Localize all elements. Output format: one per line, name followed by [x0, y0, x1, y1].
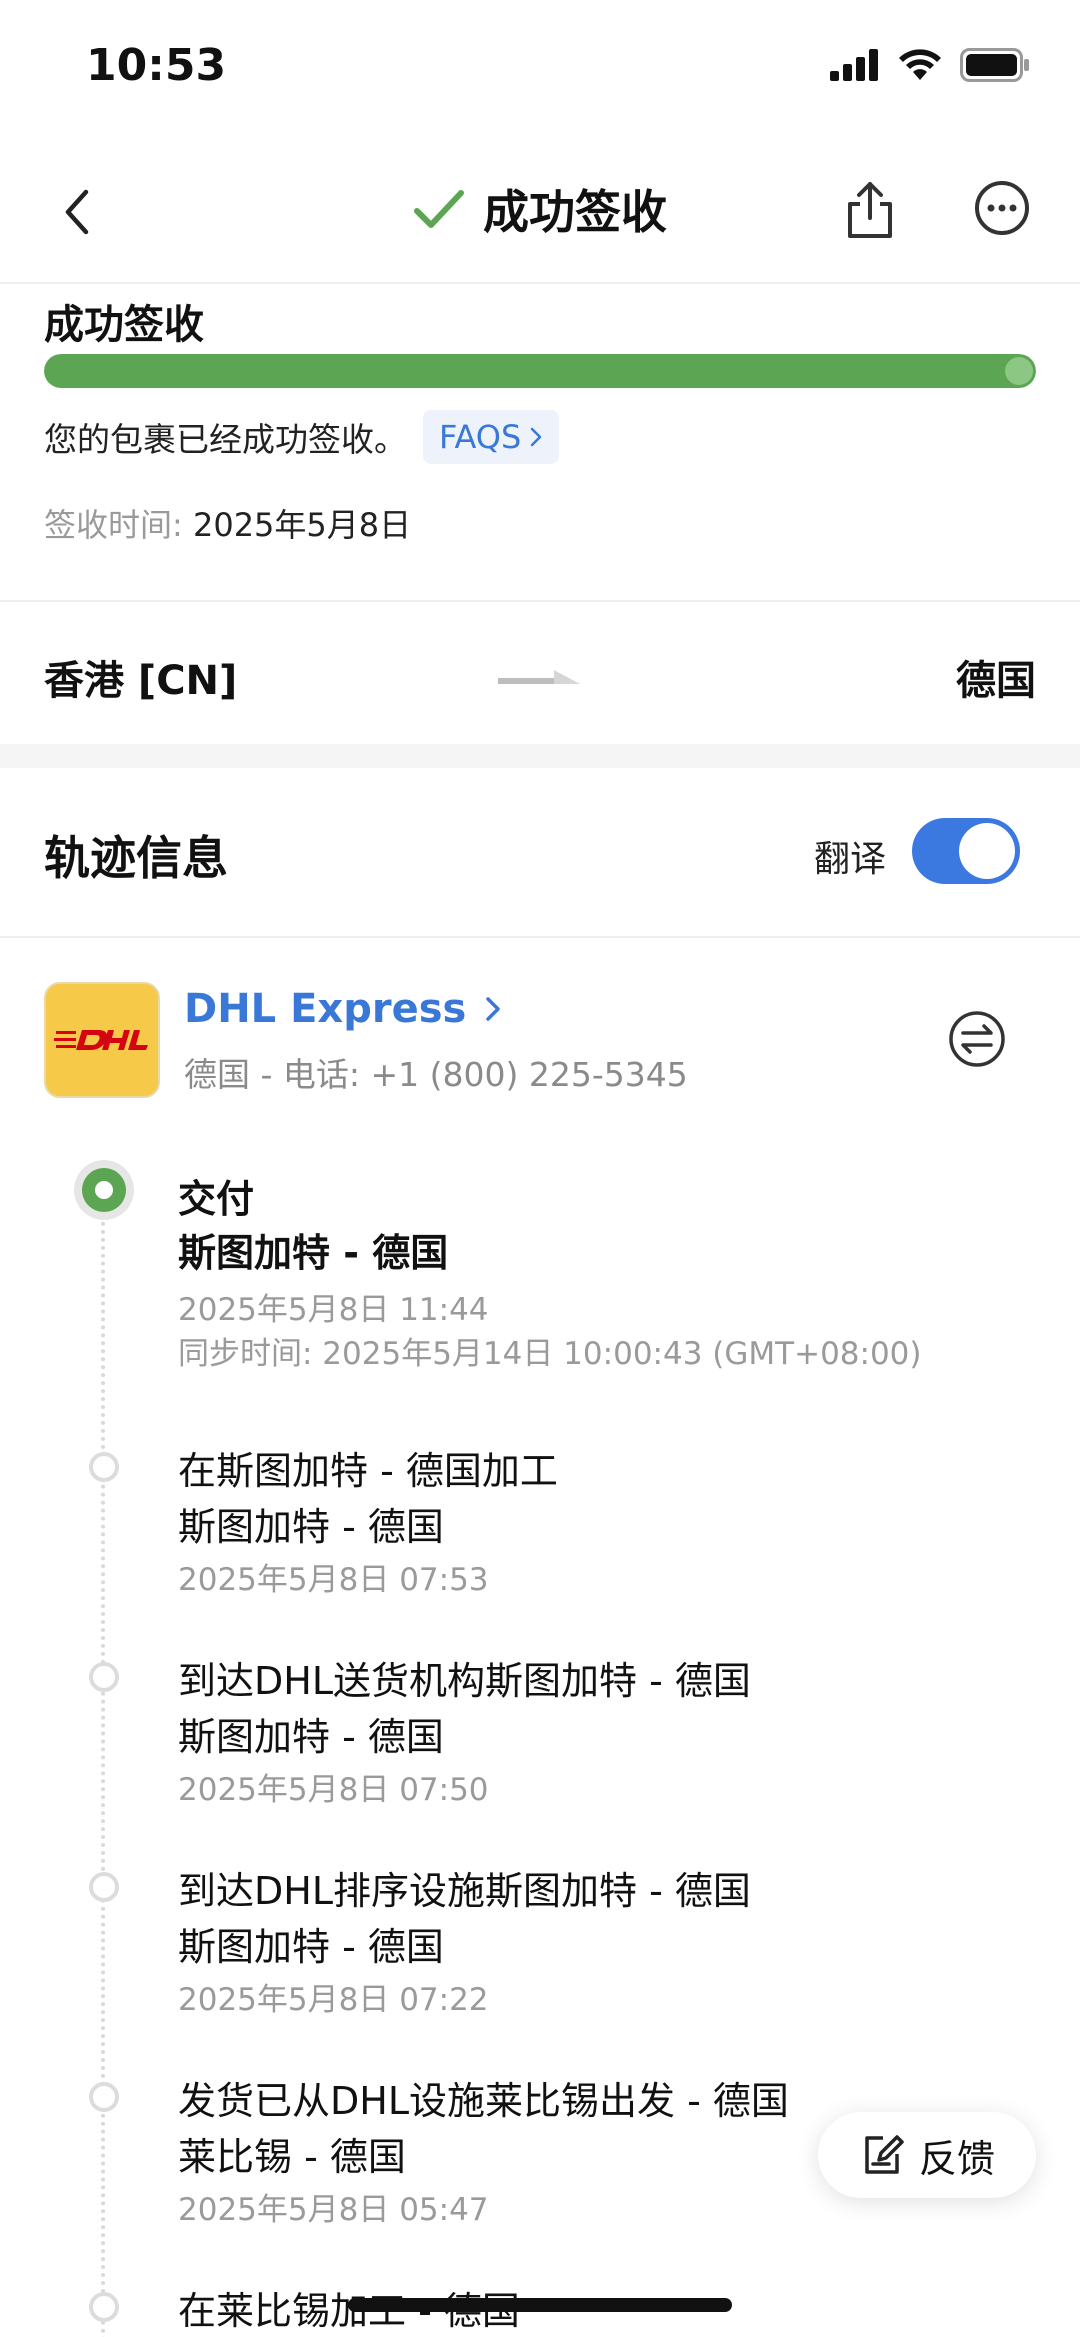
event-location: 斯图加特 - 德国	[178, 1505, 444, 1549]
event-location: 斯图加特 - 德国	[178, 1715, 444, 1759]
timeline-dot	[89, 2292, 119, 2322]
faqs-link[interactable]: FAQS	[423, 410, 560, 464]
status-icons	[830, 48, 1030, 82]
status-description-row: 您的包裹已经成功签收。 FAQS	[44, 410, 560, 464]
status-bar: 10:53	[0, 0, 1080, 140]
event-sync-time: 同步时间: 2025年5月14日 10:00:43 (GMT+08:00)	[178, 1336, 922, 1372]
timeline-active-dot	[74, 1160, 134, 1220]
route-section: 香港 [CN] 德国	[0, 600, 1080, 746]
edit-icon	[865, 2135, 904, 2174]
tracking-title: 轨迹信息	[44, 831, 228, 885]
status-heading: 成功签收	[44, 302, 204, 348]
progress-fill	[44, 354, 1036, 388]
translate-toggle[interactable]	[912, 818, 1020, 884]
event-title: 在斯图加特 - 德国加工	[178, 1449, 558, 1493]
dhl-logo	[44, 982, 160, 1098]
delivery-progress-bar	[44, 354, 1036, 388]
timeline-dot	[89, 1872, 119, 1902]
chevron-right-icon	[531, 427, 542, 447]
sign-time-label: 签收时间:	[44, 506, 193, 544]
page-title: 成功签收	[483, 185, 667, 239]
home-indicator[interactable]	[348, 2298, 732, 2312]
event-time: 2025年5月8日 07:22	[178, 1982, 489, 2018]
wifi-icon	[899, 49, 941, 80]
event-location: 莱比锡 - 德国	[178, 2135, 406, 2179]
status-time: 10:53	[86, 40, 227, 91]
feedback-label: 反馈	[918, 2136, 995, 2181]
timeline-dot	[89, 1662, 119, 1692]
progress-knob	[1005, 357, 1033, 385]
timeline-dot	[89, 1452, 119, 1482]
toggle-knob	[959, 823, 1015, 879]
event-time: 2025年5月8日 07:50	[178, 1772, 489, 1808]
event-time: 2025年5月8日 11:44	[178, 1292, 489, 1328]
event-title: 到达DHL排序设施斯图加特 - 德国	[178, 1869, 751, 1913]
section-divider	[0, 744, 1080, 768]
carrier-name-link[interactable]: DHL Express	[184, 986, 502, 1032]
carrier-card: DHL Express 德国 - 电话: +1 (800) 225-5345	[0, 938, 1080, 1118]
cellular-signal-icon	[830, 49, 878, 81]
event-title: 交付	[178, 1177, 255, 1221]
event-time: 2025年5月8日 07:53	[178, 1562, 489, 1598]
route-origin: 香港 [CN]	[44, 658, 238, 704]
timeline-dot	[89, 2082, 119, 2112]
event-location: 斯图加特 - 德国	[178, 1231, 449, 1275]
route-destination: 德国	[956, 658, 1036, 704]
nav-title-group: 成功签收	[0, 176, 1080, 242]
more-options-icon[interactable]	[974, 180, 1030, 236]
sign-time-row: 签收时间: 2025年5月8日	[44, 500, 411, 546]
dhl-logo-mark	[54, 1030, 148, 1050]
route-arrow-icon	[498, 670, 580, 684]
tracking-header: 轨迹信息 翻译	[0, 768, 1080, 938]
delivery-status-section: 成功签收 您的包裹已经成功签收。 FAQS 签收时间: 2025年5月8日	[0, 286, 1080, 600]
status-description: 您的包裹已经成功签收。	[44, 420, 407, 459]
swap-carrier-icon[interactable]	[948, 1010, 1006, 1068]
event-location: 斯图加特 - 德国	[178, 1925, 444, 1969]
feedback-button[interactable]: 反馈	[818, 2112, 1036, 2198]
faqs-label: FAQS	[439, 418, 522, 456]
event-title: 到达DHL送货机构斯图加特 - 德国	[178, 1659, 751, 1703]
carrier-name: DHL Express	[184, 986, 467, 1032]
timeline-line	[101, 1190, 105, 2337]
translate-label: 翻译	[814, 839, 887, 880]
battery-icon	[960, 48, 1029, 82]
chevron-right-icon	[486, 997, 501, 1021]
event-time: 2025年5月8日 05:47	[178, 2192, 489, 2228]
checkmark-icon	[414, 190, 464, 228]
sign-time-value: 2025年5月8日	[192, 506, 412, 544]
share-icon[interactable]	[842, 178, 898, 242]
nav-bar: 成功签收	[0, 140, 1080, 284]
event-title: 发货已从DHL设施莱比锡出发 - 德国	[178, 2079, 789, 2123]
carrier-contact: 德国 - 电话: +1 (800) 225-5345	[184, 1055, 688, 1094]
